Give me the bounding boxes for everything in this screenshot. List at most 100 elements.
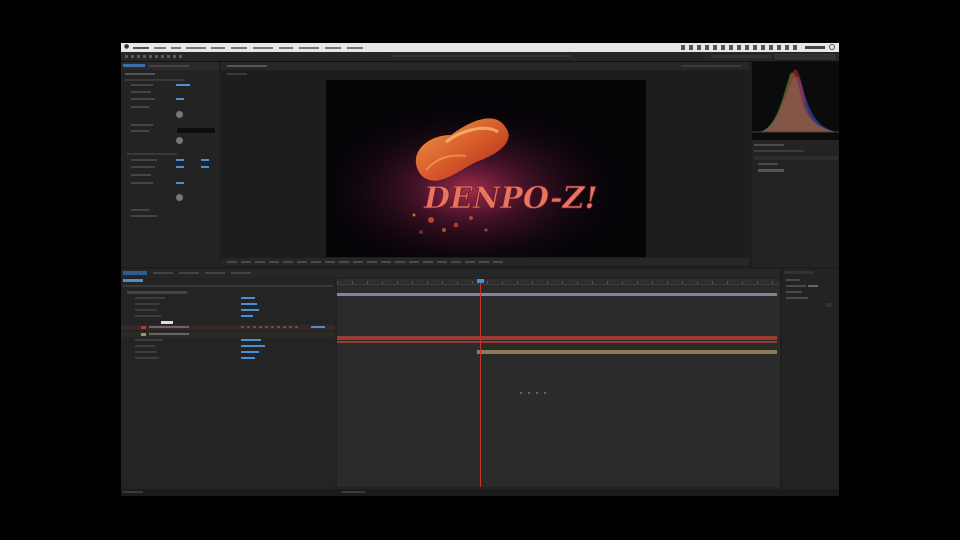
property-value[interactable] [176, 98, 184, 100]
status-icons[interactable] [681, 45, 801, 50]
workspace-switcher[interactable] [711, 55, 771, 58]
timeline-tab-bar [121, 269, 780, 278]
search-icon[interactable] [829, 44, 835, 50]
panel-button[interactable] [826, 303, 832, 307]
angle-dial[interactable] [176, 111, 183, 118]
layer-property [135, 345, 155, 347]
viewer-footer [221, 258, 749, 266]
property-value[interactable] [176, 159, 184, 161]
channel-selector[interactable] [754, 150, 804, 152]
apple-icon[interactable]: ● [124, 43, 129, 51]
property-value[interactable] [176, 84, 190, 86]
layer-label-color[interactable] [141, 333, 146, 336]
menu-item[interactable] [231, 47, 247, 49]
keyframe-markers[interactable] [520, 392, 550, 394]
tab-composition-timeline[interactable] [123, 271, 147, 275]
menu-item[interactable] [171, 47, 181, 49]
menu-item[interactable] [133, 47, 149, 49]
property-label [131, 98, 155, 100]
status-toggles[interactable] [123, 491, 143, 493]
tab-render-queue[interactable] [153, 272, 173, 274]
property-label [131, 124, 153, 126]
tool-bar [121, 52, 839, 62]
property-label [131, 215, 157, 217]
layer-bar-red[interactable] [337, 336, 777, 340]
panel-label [758, 163, 778, 165]
playhead-line[interactable] [480, 279, 481, 487]
histogram-panel [752, 62, 839, 267]
tab-project[interactable] [149, 65, 189, 67]
tab-composition[interactable] [227, 65, 267, 67]
layer-row[interactable] [121, 332, 335, 337]
layer-name [149, 333, 189, 335]
angle-dial[interactable] [176, 137, 183, 144]
layer-property-value[interactable] [241, 357, 255, 359]
tab-effect-controls[interactable] [123, 64, 145, 67]
color-swatch[interactable] [177, 128, 215, 133]
property-label [131, 159, 157, 161]
property-value[interactable] [176, 166, 184, 168]
menu-item[interactable] [154, 47, 166, 49]
layer-property-value[interactable] [241, 315, 253, 317]
preview-title-text: DENPO-Z! [423, 181, 598, 216]
current-time-display[interactable] [123, 279, 143, 282]
menu-item[interactable] [186, 47, 206, 49]
property-value[interactable] [176, 182, 184, 184]
layer-bar-tan[interactable] [477, 350, 777, 354]
tab-precomp-3[interactable] [231, 272, 251, 274]
panel-value[interactable] [808, 285, 818, 287]
menu-item[interactable] [325, 47, 341, 49]
zoom-slider[interactable] [341, 491, 365, 493]
layer-property-value[interactable] [241, 309, 259, 311]
angle-dial[interactable] [176, 194, 183, 201]
property-value[interactable] [201, 159, 209, 161]
side-panel [782, 269, 839, 489]
layer-row-selected[interactable] [121, 325, 335, 330]
menu-item[interactable] [299, 47, 319, 49]
menu-item[interactable] [347, 47, 363, 49]
layer-property [135, 357, 159, 359]
layer-property-value[interactable] [241, 351, 259, 353]
tab-precomp[interactable] [179, 272, 199, 274]
viewer-tab-bar [221, 62, 749, 70]
parent-link[interactable] [311, 326, 325, 328]
time-ruler[interactable] [337, 279, 780, 285]
menu-item[interactable] [211, 47, 225, 49]
tool-icons[interactable] [125, 55, 185, 58]
layer-list [121, 279, 335, 487]
layer-property-value[interactable] [241, 345, 265, 347]
panel-label [786, 279, 800, 281]
viewer-options[interactable] [681, 65, 741, 67]
layer-property [135, 303, 159, 305]
layer-row[interactable] [127, 291, 187, 294]
timeline-track-area [337, 279, 780, 487]
viewer-controls[interactable] [227, 261, 507, 263]
menu-item[interactable] [253, 47, 273, 49]
work-area-bar[interactable] [337, 293, 777, 296]
comp-name-label [227, 73, 247, 75]
panel-item[interactable] [758, 169, 784, 172]
layer-bar-red-2[interactable] [337, 341, 777, 343]
layer-property-value[interactable] [241, 303, 257, 305]
playhead-handle[interactable] [477, 279, 484, 283]
histogram-graph [752, 62, 839, 140]
panel-label [786, 297, 808, 299]
layer-name [149, 326, 189, 328]
menu-item[interactable] [279, 47, 293, 49]
selected-keyframe-label[interactable] [161, 321, 173, 324]
search-help-field[interactable] [775, 54, 835, 59]
property-label [131, 174, 151, 176]
layer-property-value[interactable] [241, 297, 255, 299]
panel-tab[interactable] [784, 271, 814, 274]
layer-columns-header [123, 285, 333, 287]
effect-header[interactable] [125, 79, 185, 81]
property-label [131, 84, 153, 86]
layer-label-color[interactable] [141, 326, 146, 329]
layer-property-value[interactable] [241, 339, 261, 341]
layer-property [135, 315, 161, 317]
preview-render: DENPO-Z! [326, 80, 646, 257]
property-value[interactable] [201, 166, 209, 168]
effect-header[interactable] [127, 153, 177, 155]
tab-precomp-2[interactable] [205, 272, 225, 274]
layer-switches[interactable] [241, 326, 301, 328]
